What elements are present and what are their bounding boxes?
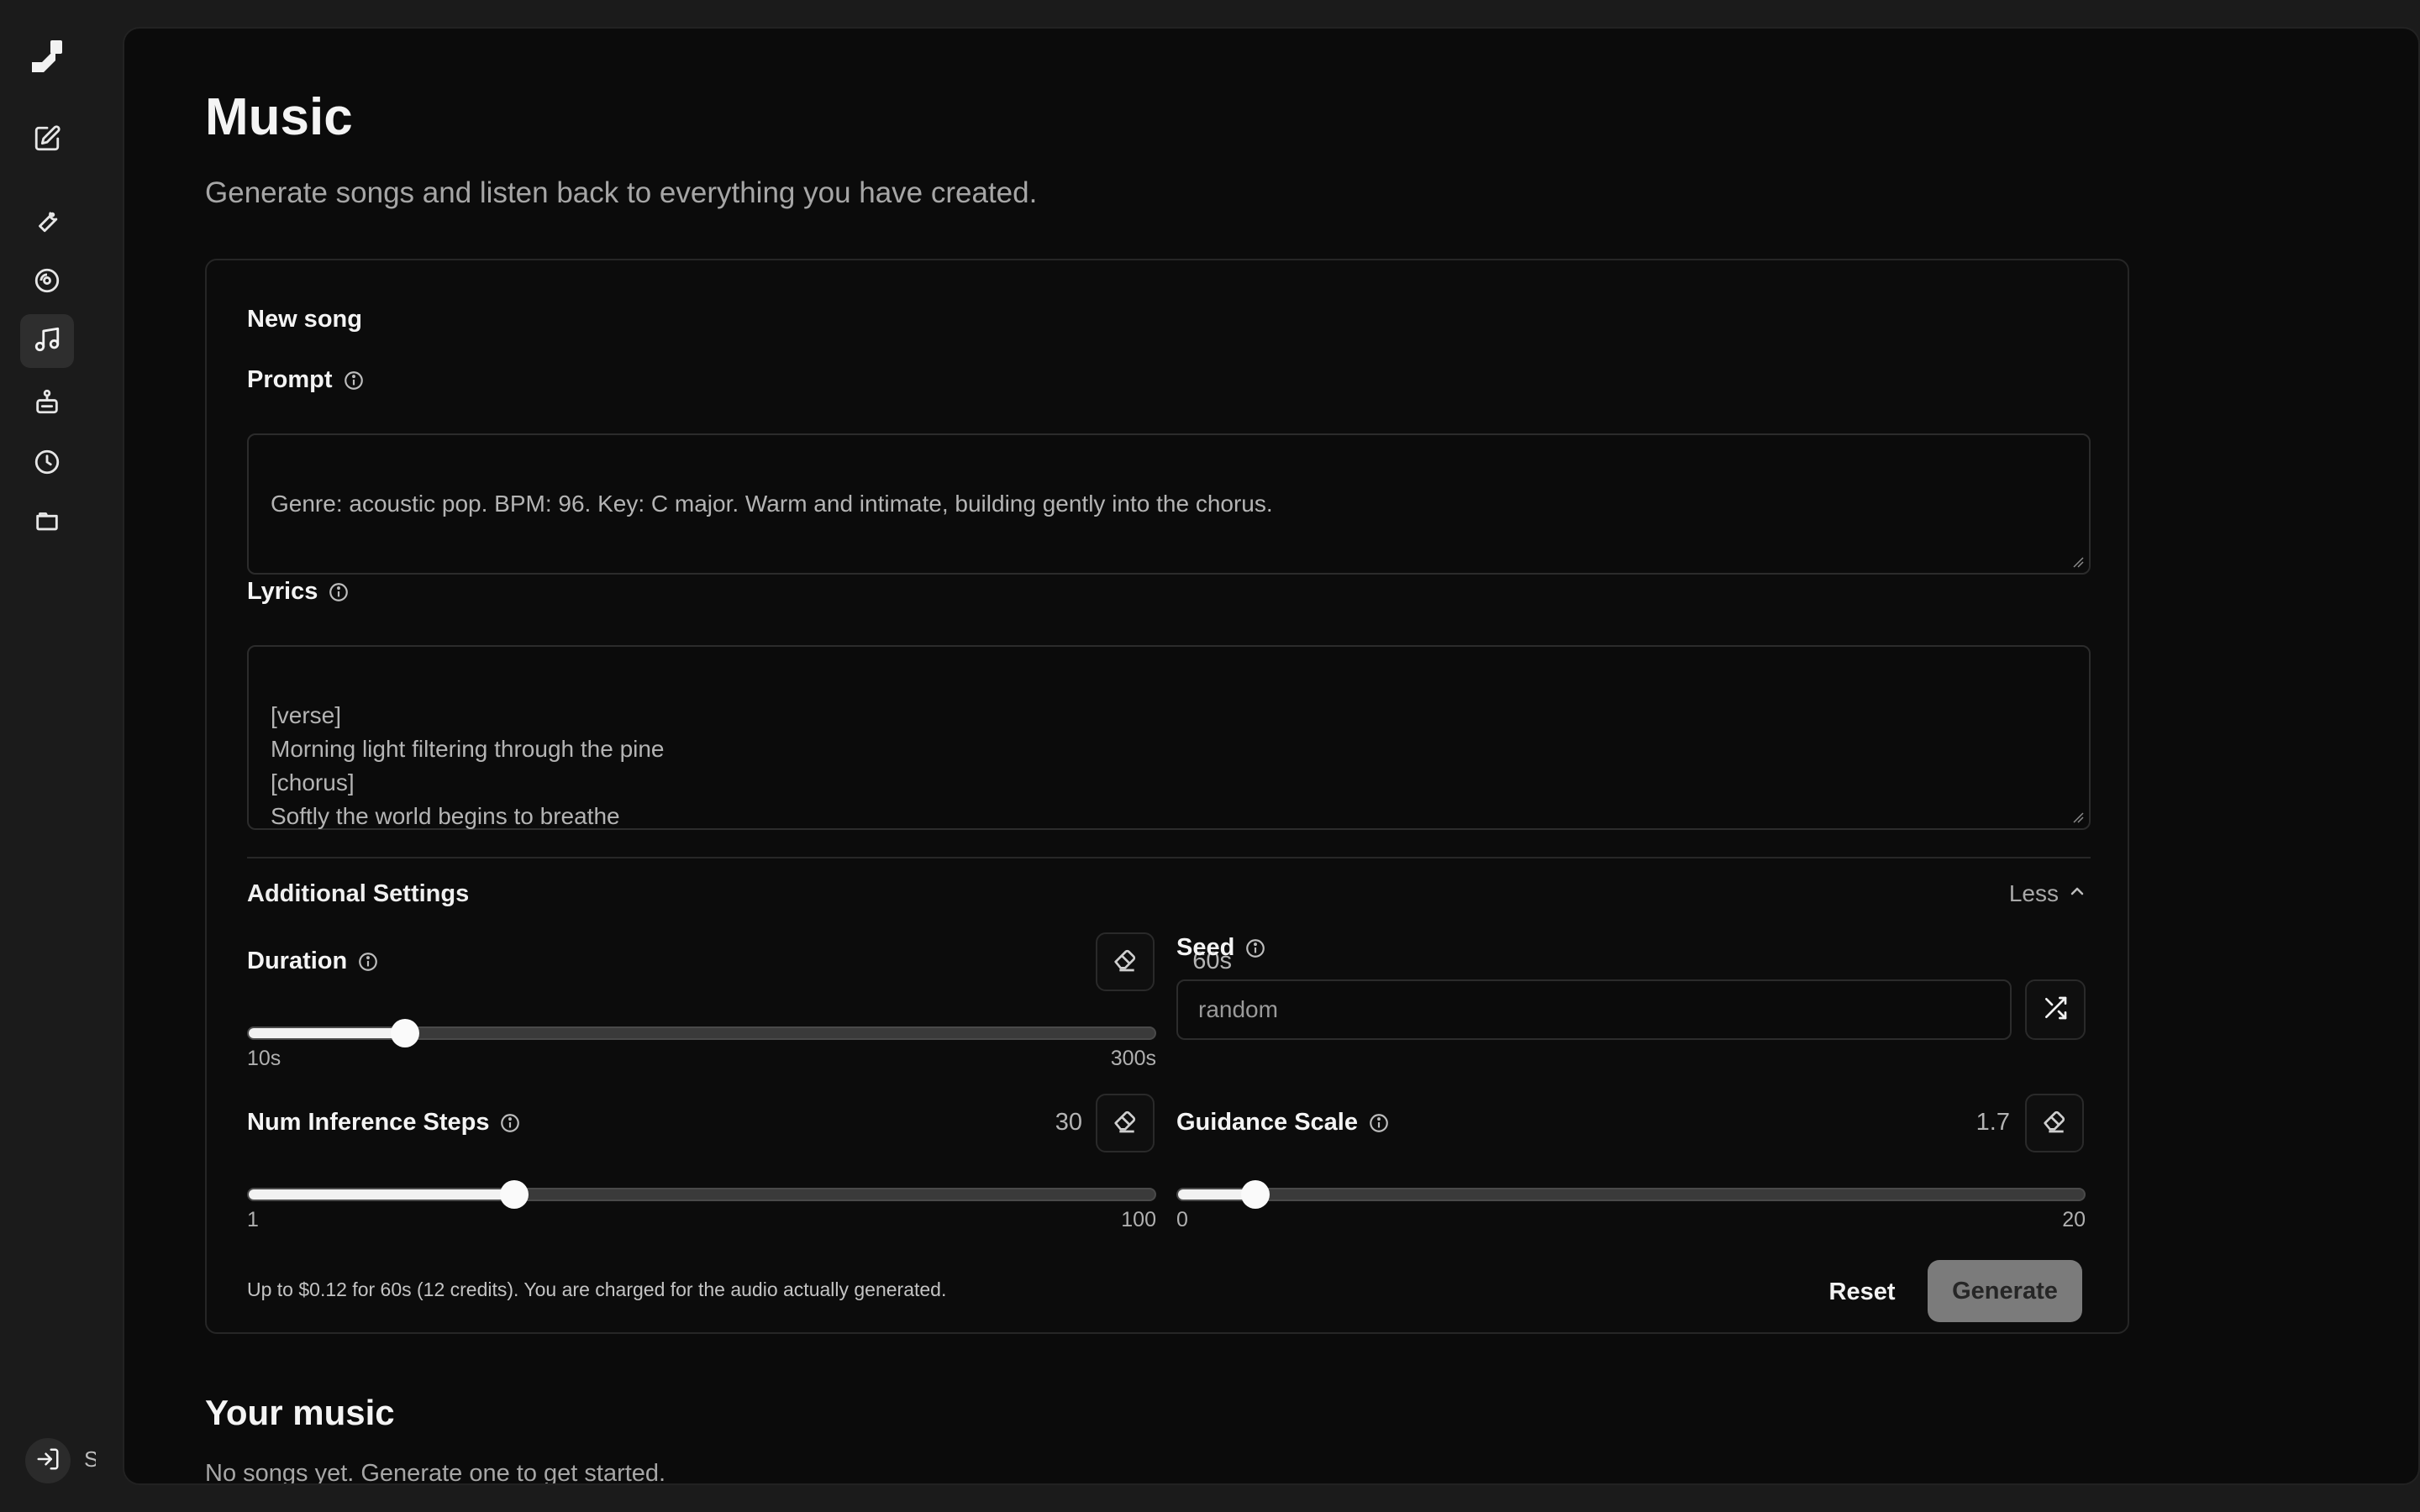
empty-state-text: No songs yet. Generate one to get starte… — [205, 1460, 666, 1485]
duration-slider[interactable] — [247, 1019, 1156, 1047]
generate-button[interactable]: Generate — [1928, 1260, 2082, 1322]
page-title: Music — [205, 88, 353, 146]
duration-reset-button[interactable] — [1096, 932, 1155, 991]
robot-icon — [33, 387, 61, 420]
guidance-slider[interactable] — [1176, 1180, 2086, 1209]
slider-fill — [249, 1028, 405, 1038]
resize-grip-icon[interactable] — [2072, 811, 2084, 823]
less-toggle[interactable]: Less — [2009, 880, 2087, 907]
disc-icon — [33, 266, 61, 299]
seed-label-text: Seed — [1176, 934, 1235, 961]
prompt-value: Genre: acoustic pop. BPM: 96. Key: C maj… — [271, 491, 1273, 517]
guidance-label: Guidance Scale — [1176, 1109, 1390, 1137]
less-label: Less — [2008, 880, 2059, 906]
steps-min-label: 1 — [247, 1208, 259, 1231]
guidance-reset-button[interactable] — [2025, 1094, 2084, 1152]
eraser-icon — [1112, 947, 1139, 978]
eraser-icon — [1112, 1108, 1139, 1139]
seed-input[interactable]: random — [1176, 979, 2012, 1040]
steps-label: Num Inference Steps — [247, 1109, 521, 1137]
folder-icon — [33, 507, 61, 539]
login-button[interactable] — [25, 1438, 71, 1483]
slider-thumb[interactable] — [499, 1180, 529, 1209]
seed-label: Seed — [1176, 934, 1266, 962]
sidebar-item-edit[interactable] — [20, 113, 74, 167]
guidance-min-label: 0 — [1176, 1208, 1188, 1231]
info-icon[interactable] — [343, 370, 365, 391]
your-music-title: Your music — [205, 1393, 395, 1432]
shuffle-icon — [2042, 995, 2069, 1026]
info-icon[interactable] — [1368, 1112, 1390, 1134]
lyrics-label-text: Lyrics — [247, 578, 318, 605]
steps-value: 30 — [1055, 1109, 1082, 1136]
info-icon[interactable] — [328, 581, 350, 603]
sidebar-item-music[interactable] — [20, 314, 74, 368]
sidebar-item-disc[interactable] — [20, 255, 74, 309]
prompt-label-text: Prompt — [247, 366, 333, 393]
duration-label: Duration — [247, 948, 379, 975]
prompt-textarea[interactable]: Genre: acoustic pop. BPM: 96. Key: C maj… — [247, 433, 2091, 575]
steps-label-text: Num Inference Steps — [247, 1109, 490, 1136]
slider-thumb[interactable] — [1240, 1180, 1270, 1209]
steps-max-label: 100 — [1121, 1208, 1156, 1231]
randomize-seed-button[interactable] — [2025, 979, 2086, 1040]
reset-button[interactable]: Reset — [1818, 1262, 1906, 1322]
duration-label-text: Duration — [247, 948, 348, 974]
main-panel: Music Generate songs and listen back to … — [123, 27, 2420, 1485]
sidebar-item-agent[interactable] — [20, 376, 74, 430]
log-in-icon — [35, 1446, 60, 1476]
music-note-icon — [33, 325, 61, 358]
clock-icon — [33, 448, 61, 480]
prompt-label: Prompt — [247, 366, 365, 394]
steps-slider[interactable] — [247, 1180, 1156, 1209]
guidance-label-text: Guidance Scale — [1176, 1109, 1358, 1136]
resize-grip-icon[interactable] — [2072, 556, 2084, 568]
wrench-icon — [33, 206, 61, 239]
sidebar-item-files[interactable] — [20, 496, 74, 549]
sidebar-item-tools[interactable] — [20, 195, 74, 249]
steps-reset-button[interactable] — [1096, 1094, 1155, 1152]
info-icon[interactable] — [357, 951, 379, 973]
logo-icon[interactable] — [30, 39, 64, 76]
new-song-card: New song Prompt Genre: acoustic pop. BPM… — [205, 259, 2129, 1334]
login-label[interactable]: S — [84, 1446, 96, 1477]
page-subtitle: Generate songs and listen back to everyt… — [205, 176, 1038, 209]
slider-fill — [249, 1189, 514, 1200]
duration-min-label: 10s — [247, 1047, 281, 1070]
guidance-value: 1.7 — [1975, 1109, 2010, 1136]
pen-square-icon — [33, 124, 61, 157]
info-icon[interactable] — [499, 1112, 521, 1134]
sidebar-item-history[interactable] — [20, 437, 74, 491]
card-title: New song — [247, 306, 362, 333]
duration-max-label: 300s — [1110, 1047, 1156, 1070]
sidebar: S — [0, 0, 121, 1512]
slider-thumb[interactable] — [390, 1019, 419, 1047]
eraser-icon — [2041, 1108, 2068, 1139]
chevron-up-icon — [2067, 880, 2087, 907]
info-icon[interactable] — [1244, 937, 1266, 959]
lyrics-textarea[interactable]: [verse] Morning light filtering through … — [247, 645, 2091, 830]
guidance-max-label: 20 — [2062, 1208, 2086, 1231]
additional-settings-title: Additional Settings — [247, 880, 470, 907]
cost-note: Up to $0.12 for 60s (12 credits). You ar… — [247, 1278, 947, 1300]
lyrics-value: [verse] Morning light filtering through … — [271, 702, 665, 829]
divider — [247, 857, 2091, 858]
lyrics-label: Lyrics — [247, 578, 350, 606]
